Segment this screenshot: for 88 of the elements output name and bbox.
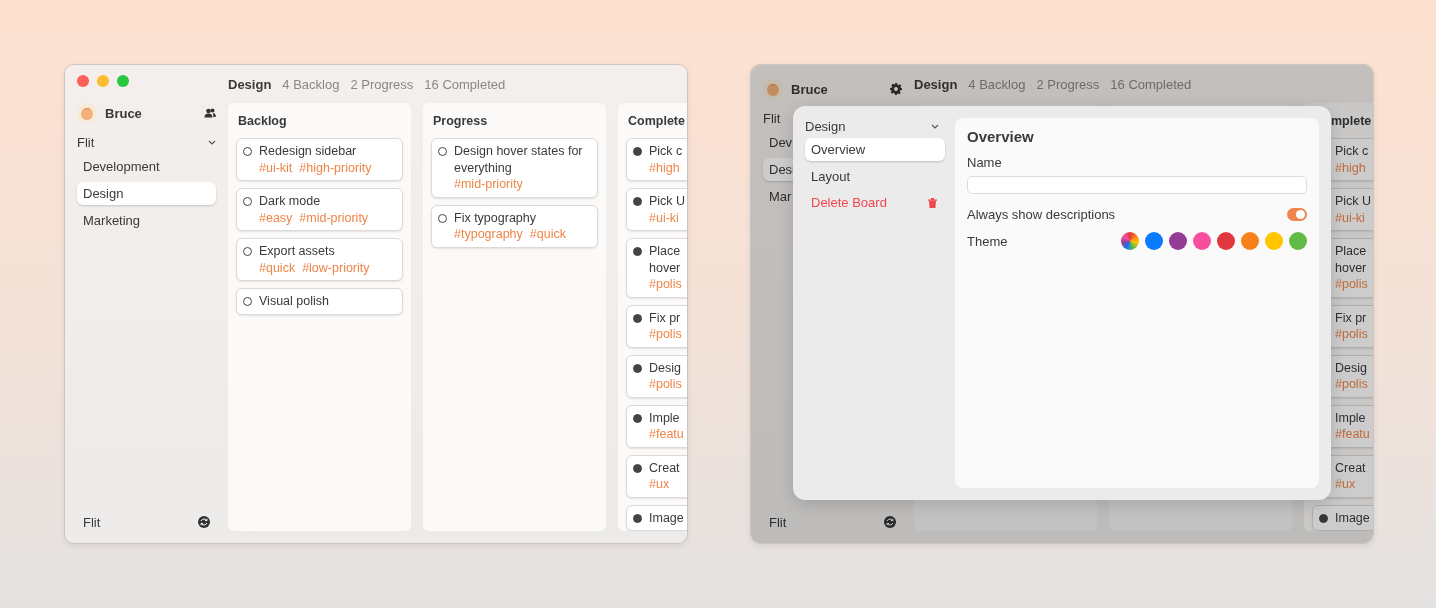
task-title: Design hover states for everything bbox=[454, 143, 584, 176]
board-title: Design bbox=[914, 76, 958, 92]
task-card[interactable]: Fix pr #polis bbox=[626, 304, 687, 348]
task-title: Visual polish bbox=[259, 293, 330, 310]
task-card[interactable]: Dark mode #easy #mid-priority bbox=[236, 188, 403, 231]
task-title: Fix pr bbox=[649, 309, 682, 326]
task-title: Pick U bbox=[649, 193, 687, 210]
settings-icon[interactable] bbox=[890, 83, 902, 95]
avatar-icon bbox=[763, 79, 783, 99]
name-field[interactable] bbox=[967, 176, 1307, 194]
task-title: Imple bbox=[649, 409, 681, 426]
task-title: Creat bbox=[649, 459, 681, 476]
task-card[interactable]: Pick c #high bbox=[626, 138, 687, 181]
sync-icon[interactable] bbox=[198, 516, 210, 528]
task-title: Fix pr bbox=[1335, 309, 1368, 326]
filled-circle-icon[interactable] bbox=[633, 413, 642, 423]
task-card[interactable]: Visual polish bbox=[236, 288, 403, 315]
color-swatch[interactable] bbox=[1289, 232, 1307, 250]
task-title: Place hover bbox=[1335, 243, 1368, 276]
close-button[interactable] bbox=[77, 75, 89, 87]
task-card[interactable]: Desig #polis bbox=[626, 354, 687, 398]
task-card[interactable]: Image bbox=[1312, 504, 1373, 531]
filled-circle-icon[interactable] bbox=[633, 463, 642, 473]
setting-label: Theme bbox=[967, 233, 1008, 249]
filled-circle-icon[interactable] bbox=[633, 313, 642, 323]
footer-label: Flit bbox=[769, 514, 787, 530]
color-swatch[interactable] bbox=[1145, 232, 1163, 250]
task-card[interactable]: Place hover #polis bbox=[626, 238, 687, 298]
sidebar-item[interactable]: Design bbox=[77, 182, 216, 205]
filled-circle-icon[interactable] bbox=[633, 247, 642, 256]
color-swatch[interactable] bbox=[1265, 232, 1283, 250]
chevron-down-icon[interactable] bbox=[931, 123, 939, 129]
task-title: Image bbox=[1335, 509, 1371, 526]
task-card[interactable]: Design hover states for everything #mid-priority bbox=[431, 138, 598, 198]
task-card[interactable]: Export assets #quick #low-priority bbox=[236, 238, 403, 281]
task-card[interactable]: Image bbox=[626, 504, 687, 531]
task-card[interactable]: Redesign sidebar #ui-kit #high-priority bbox=[236, 138, 403, 181]
color-swatch[interactable] bbox=[1241, 232, 1259, 250]
task-card[interactable]: Pick U #ui-ki bbox=[626, 188, 687, 231]
filled-circle-icon[interactable] bbox=[1319, 513, 1328, 523]
color-swatch[interactable] bbox=[1169, 232, 1187, 250]
task-title: Redesign sidebar bbox=[259, 143, 358, 160]
task-title: Place hover bbox=[649, 243, 682, 276]
filled-circle-icon[interactable] bbox=[633, 147, 642, 156]
task-card[interactable]: Creat #ux bbox=[626, 454, 687, 498]
column-heading: Progress bbox=[433, 113, 489, 130]
task-title: Creat bbox=[1335, 459, 1367, 476]
sidebar-item[interactable]: Development bbox=[77, 155, 216, 178]
panel-title: Overview bbox=[967, 128, 1035, 145]
user-name: Bruce bbox=[791, 81, 829, 97]
footer-label: Flit bbox=[83, 514, 101, 530]
task-title: Imple bbox=[1335, 409, 1367, 426]
field-label: Name bbox=[967, 155, 1003, 170]
workspace-name[interactable]: Flit bbox=[763, 110, 781, 126]
column-heading: Complete bbox=[628, 113, 686, 130]
task-title: Desig bbox=[649, 359, 682, 376]
task-title: Pick c bbox=[649, 143, 684, 160]
chevron-down-icon[interactable] bbox=[208, 139, 216, 145]
filled-circle-icon[interactable] bbox=[633, 363, 642, 373]
color-swatch[interactable] bbox=[1121, 232, 1139, 250]
user-name: Bruce bbox=[105, 105, 143, 121]
task-title: Desig bbox=[1335, 359, 1368, 376]
trash-icon[interactable] bbox=[928, 197, 937, 208]
color-swatch[interactable] bbox=[1217, 232, 1235, 250]
task-title: Pick c bbox=[1335, 143, 1370, 160]
filled-circle-icon[interactable] bbox=[633, 513, 642, 523]
color-swatch[interactable] bbox=[1193, 232, 1211, 250]
sync-icon[interactable] bbox=[884, 516, 896, 528]
task-card[interactable]: Imple #featu bbox=[626, 404, 687, 448]
task-title: Export assets bbox=[259, 243, 336, 260]
task-title: Pick U bbox=[1335, 193, 1373, 210]
column-heading: mplete bbox=[1331, 113, 1373, 130]
setting-label: Always show descriptions bbox=[967, 206, 1116, 222]
task-title: Image bbox=[649, 509, 685, 526]
people-icon[interactable] bbox=[204, 108, 216, 118]
workspace-name[interactable]: Flit bbox=[77, 134, 95, 150]
column-heading: Backlog bbox=[238, 113, 288, 130]
avatar-icon bbox=[77, 103, 97, 123]
board-title: Design bbox=[228, 76, 272, 92]
board-name: Design bbox=[805, 118, 846, 134]
settings-nav-item[interactable]: Layout bbox=[805, 165, 945, 188]
task-title: Fix typography bbox=[454, 209, 537, 226]
task-card[interactable]: Fix typography #typography #quick bbox=[431, 204, 598, 248]
filled-circle-icon[interactable] bbox=[633, 197, 642, 206]
task-title: Dark mode bbox=[259, 193, 322, 210]
toggle-switch[interactable] bbox=[1287, 207, 1307, 221]
settings-nav-item[interactable]: Overview bbox=[805, 138, 945, 161]
sidebar-item[interactable]: Marketing bbox=[77, 209, 216, 232]
